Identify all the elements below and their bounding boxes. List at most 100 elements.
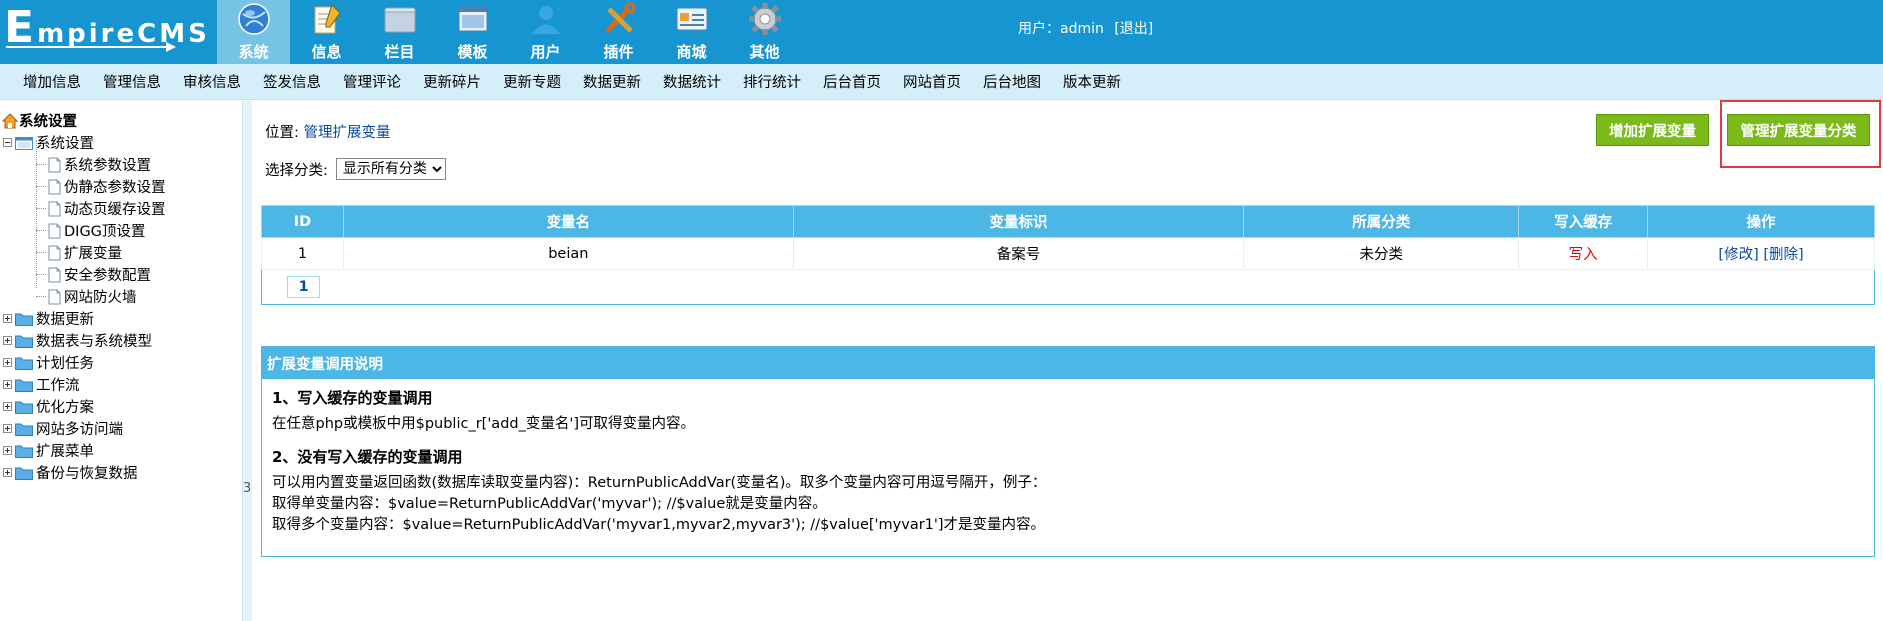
card-icon — [672, 1, 712, 37]
subnav-admin-home[interactable]: 后台首页 — [823, 71, 881, 92]
pagination-page-1[interactable]: 1 — [287, 276, 320, 298]
main-content: 位置: 管理扩展变量 选择分类: 显示所有分类 增加扩展变量 管理扩展变量分类 … — [252, 101, 1883, 621]
logo[interactable]: EmpireCMS — [0, 0, 214, 64]
folder-icon — [15, 445, 33, 458]
collapse-icon[interactable] — [3, 138, 12, 147]
nav-system[interactable]: 系统 — [217, 0, 290, 64]
nav-other[interactable]: 其他 — [728, 0, 801, 64]
tree-item-rewrite-params[interactable]: 伪静态参数设置 — [36, 176, 166, 197]
window-icon — [453, 1, 493, 37]
tree-folder-backup[interactable]: 备份与恢复数据 — [3, 462, 138, 483]
help-heading-2: 2、没有写入缓存的变量调用 — [272, 448, 463, 466]
folder-icon — [15, 423, 33, 436]
gear-icon — [745, 1, 785, 37]
folder-icon — [15, 401, 33, 414]
expand-icon[interactable] — [3, 380, 12, 389]
expand-icon[interactable] — [3, 402, 12, 411]
expand-icon[interactable] — [3, 424, 12, 433]
top-header: EmpireCMS 系统 信息 栏目 模板 用户 插件 商城 其他 用户：adm… — [0, 0, 1883, 64]
tree-item-firewall[interactable]: 网站防火墙 — [36, 286, 137, 307]
expand-icon[interactable] — [3, 336, 12, 345]
sidebar-splitter[interactable] — [242, 101, 252, 621]
help-text-2: 可以用内置变量返回函数(数据库读取变量内容)：ReturnPublicAddVa… — [272, 475, 1047, 491]
nav-shop[interactable]: 商城 — [655, 0, 728, 64]
col-actions: 操作 — [1647, 205, 1875, 238]
subnav-admin-map[interactable]: 后台地图 — [983, 71, 1041, 92]
delete-link[interactable]: [删除] — [1763, 247, 1803, 263]
expand-icon[interactable] — [3, 468, 12, 477]
tree-folder-optimization[interactable]: 优化方案 — [3, 396, 94, 417]
breadcrumb: 位置: 管理扩展变量 — [265, 125, 391, 141]
folder-icon — [15, 379, 33, 392]
splitter-toggle[interactable]: 3 — [243, 481, 251, 496]
cell-actions: [修改] [删除] — [1647, 237, 1875, 270]
cell-var-name: beian — [342, 237, 794, 270]
tree-folder-system-settings[interactable]: 系统设置 — [3, 132, 94, 153]
cell-category: 未分类 — [1243, 237, 1520, 270]
col-category: 所属分类 — [1243, 205, 1520, 238]
subnav-update-fragments[interactable]: 更新碎片 — [423, 71, 481, 92]
sub-nav: 增加信息 管理信息 审核信息 签发信息 管理评论 更新碎片 更新专题 数据更新 … — [0, 64, 1883, 100]
category-filter: 选择分类: 显示所有分类 — [265, 158, 446, 180]
document-icon — [48, 223, 61, 238]
tree-root[interactable]: 系统设置 — [2, 110, 77, 131]
tree-folder-data-update[interactable]: 数据更新 — [3, 308, 94, 329]
col-var-ident: 变量标识 — [792, 205, 1245, 238]
cell-id: 1 — [261, 237, 344, 270]
help-body: 1、写入缓存的变量调用 在任意php或模板中用$public_r['add_变量… — [262, 388, 1874, 536]
document-icon — [48, 201, 61, 216]
folder-icon — [380, 1, 420, 37]
tree-folder-scheduled-tasks[interactable]: 计划任务 — [3, 352, 94, 373]
document-icon — [48, 267, 61, 282]
subnav-rank-stats[interactable]: 排行统计 — [743, 71, 801, 92]
col-cache: 写入缓存 — [1518, 205, 1649, 238]
expand-icon[interactable] — [3, 358, 12, 367]
logout-link[interactable]: [退出] — [1114, 21, 1153, 37]
globe-icon — [234, 1, 274, 37]
subnav-data-stats[interactable]: 数据统计 — [663, 71, 721, 92]
logo-arrow-icon — [6, 42, 176, 52]
help-title: 扩展变量调用说明 — [262, 347, 1874, 379]
tree-item-security[interactable]: 安全参数配置 — [36, 264, 151, 285]
nav-column[interactable]: 栏目 — [363, 0, 436, 64]
tree-folder-multi-access[interactable]: 网站多访问端 — [3, 418, 123, 439]
tree-item-digg[interactable]: DIGG顶设置 — [36, 220, 145, 241]
sidebar-tree: 系统设置 系统设置 系统参数设置 伪静态参数设置 动态页缓存设置 DIGG顶设置 — [0, 101, 242, 621]
user-icon — [526, 1, 566, 37]
tree-item-system-params[interactable]: 系统参数设置 — [36, 154, 151, 175]
cache-write-link[interactable]: 写入 — [1569, 247, 1598, 263]
subnav-site-home[interactable]: 网站首页 — [903, 71, 961, 92]
tree-item-ext-vars[interactable]: 扩展变量 — [36, 242, 122, 263]
subnav-version-update[interactable]: 版本更新 — [1063, 71, 1121, 92]
edit-link[interactable]: [修改] — [1718, 247, 1758, 263]
subnav-sign-info[interactable]: 签发信息 — [263, 71, 321, 92]
nav-plugin[interactable]: 插件 — [582, 0, 655, 64]
var-table: ID 变量名 变量标识 所属分类 写入缓存 操作 1 beian 备案号 未分类… — [261, 205, 1875, 270]
subnav-manage-comments[interactable]: 管理评论 — [343, 71, 401, 92]
tree-folder-workflow[interactable]: 工作流 — [3, 374, 80, 395]
open-folder-icon — [15, 136, 33, 150]
user-info: 用户：admin [退出] — [1018, 21, 1154, 37]
highlight-box — [1720, 100, 1881, 168]
cell-cache: 写入 — [1518, 237, 1649, 270]
subnav-manage-info[interactable]: 管理信息 — [103, 71, 161, 92]
breadcrumb-link[interactable]: 管理扩展变量 — [304, 125, 391, 141]
tree-folder-tables-models[interactable]: 数据表与系统模型 — [3, 330, 152, 351]
add-ext-var-button[interactable]: 增加扩展变量 — [1596, 114, 1709, 146]
category-select[interactable]: 显示所有分类 — [335, 158, 446, 180]
house-icon — [2, 112, 18, 128]
subnav-data-update[interactable]: 数据更新 — [583, 71, 641, 92]
tree-folder-ext-menu[interactable]: 扩展菜单 — [3, 440, 94, 461]
nav-user[interactable]: 用户 — [509, 0, 582, 64]
subnav-add-info[interactable]: 增加信息 — [23, 71, 81, 92]
document-icon — [48, 179, 61, 194]
subnav-review-info[interactable]: 审核信息 — [183, 71, 241, 92]
subnav-update-topics[interactable]: 更新专题 — [503, 71, 561, 92]
col-var-name: 变量名 — [342, 205, 794, 238]
help-heading-1: 1、写入缓存的变量调用 — [272, 389, 433, 407]
tree-item-dynamic-cache[interactable]: 动态页缓存设置 — [36, 198, 166, 219]
nav-info[interactable]: 信息 — [290, 0, 363, 64]
expand-icon[interactable] — [3, 446, 12, 455]
expand-icon[interactable] — [3, 314, 12, 323]
nav-template[interactable]: 模板 — [436, 0, 509, 64]
